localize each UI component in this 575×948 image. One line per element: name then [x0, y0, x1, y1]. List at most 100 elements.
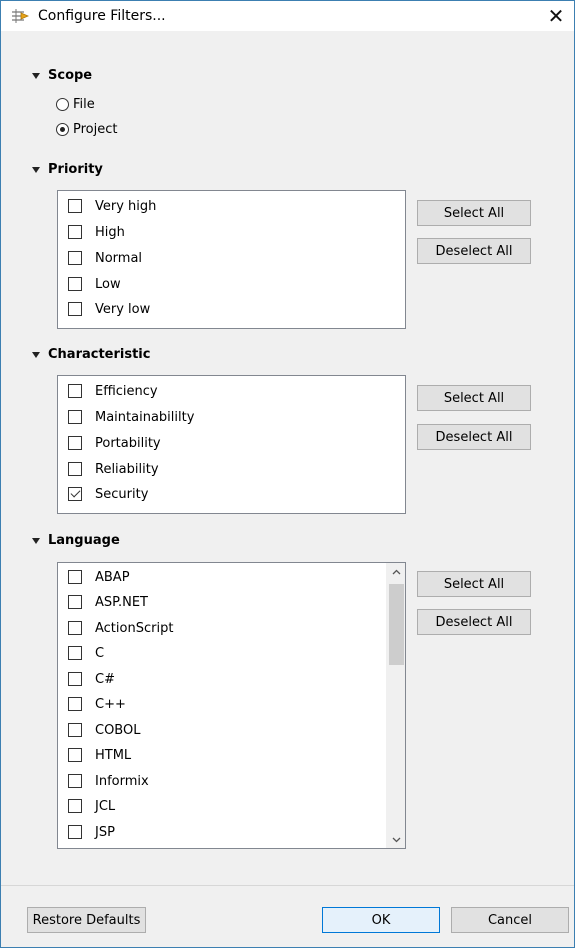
item-label: Maintainabililty	[95, 409, 195, 425]
item-label: Normal	[95, 250, 143, 266]
checkbox[interactable]	[68, 384, 82, 398]
section-title: Characteristic	[48, 347, 151, 362]
checkbox[interactable]	[68, 251, 82, 265]
list-item[interactable]: ASP.NET	[68, 592, 148, 612]
list-item[interactable]: COBOL	[68, 720, 140, 740]
checkbox[interactable]	[68, 723, 82, 737]
dialog-title: Configure Filters...	[38, 8, 166, 24]
checkbox[interactable]	[68, 570, 82, 584]
scrollbar-thumb[interactable]	[389, 584, 404, 665]
checkbox[interactable]	[68, 595, 82, 609]
checkbox[interactable]	[68, 748, 82, 762]
section-title: Priority	[48, 162, 103, 177]
list-item[interactable]: Efficiency	[68, 381, 158, 401]
section-language-header[interactable]: Language	[32, 533, 120, 548]
chevron-down-icon[interactable]	[387, 831, 405, 848]
ok-button[interactable]: OK	[322, 907, 440, 933]
checkbox[interactable]	[68, 462, 82, 476]
radio-label: Project	[73, 122, 118, 137]
language-scrollbar[interactable]	[386, 563, 405, 848]
collapse-triangle-icon	[32, 537, 40, 544]
list-item[interactable]: High	[68, 222, 125, 242]
radio-button[interactable]	[56, 98, 69, 111]
section-title: Language	[48, 533, 120, 548]
list-item[interactable]: HTML	[68, 745, 131, 765]
scope-radio-project[interactable]: Project	[56, 122, 117, 137]
list-item[interactable]: Very low	[68, 299, 150, 319]
characteristic-select-all-button[interactable]: Select All	[417, 385, 531, 411]
item-label: ASP.NET	[95, 594, 148, 610]
section-title: Scope	[48, 68, 93, 83]
cancel-button[interactable]: Cancel	[451, 907, 569, 933]
restore-defaults-button[interactable]: Restore Defaults	[27, 907, 146, 933]
close-button[interactable]: ✕	[538, 1, 574, 31]
section-characteristic-header[interactable]: Characteristic	[32, 347, 150, 362]
item-label: Very low	[95, 301, 151, 317]
priority-select-all-button[interactable]: Select All	[417, 200, 531, 226]
item-label: JSP	[95, 824, 115, 840]
characteristic-deselect-all-button[interactable]: Deselect All	[417, 424, 531, 450]
item-label: C++	[95, 696, 126, 712]
item-label: High	[95, 224, 125, 240]
item-label: Very high	[95, 198, 157, 214]
radio-button[interactable]	[56, 123, 69, 136]
list-item[interactable]: Normal	[68, 248, 142, 268]
checkbox[interactable]	[68, 436, 82, 450]
list-item[interactable]: Security	[68, 484, 148, 504]
priority-list: Very high High Normal Low Very low	[57, 190, 406, 329]
list-item[interactable]: Portability	[68, 433, 161, 453]
item-label: Reliability	[95, 461, 159, 477]
item-label: COBOL	[95, 722, 141, 738]
item-label: Security	[95, 486, 149, 502]
close-icon: ✕	[547, 4, 565, 28]
list-item[interactable]: JCL	[68, 796, 115, 816]
checkbox-checked[interactable]	[68, 487, 82, 501]
radio-label: File	[73, 97, 95, 112]
item-label: Portability	[95, 435, 161, 451]
list-item[interactable]: C++	[68, 694, 126, 714]
checkbox[interactable]	[68, 277, 82, 291]
checkbox[interactable]	[68, 799, 82, 813]
item-label: C	[95, 645, 105, 661]
item-label: Low	[95, 276, 121, 292]
list-item[interactable]: C#	[68, 669, 115, 689]
checkbox[interactable]	[68, 199, 82, 213]
collapse-triangle-icon	[32, 166, 40, 173]
checkbox[interactable]	[68, 302, 82, 316]
title-bar: Configure Filters... ✕	[1, 1, 574, 31]
checkbox[interactable]	[68, 825, 82, 839]
section-priority-header[interactable]: Priority	[32, 162, 103, 177]
list-item[interactable]: C	[68, 643, 104, 663]
checkbox[interactable]	[68, 774, 82, 788]
language-deselect-all-button[interactable]: Deselect All	[417, 609, 531, 635]
list-item[interactable]: Low	[68, 274, 121, 294]
section-scope-header[interactable]: Scope	[32, 68, 92, 83]
item-label: ABAP	[95, 569, 130, 585]
priority-deselect-all-button[interactable]: Deselect All	[417, 238, 531, 264]
checkbox[interactable]	[68, 672, 82, 686]
chevron-up-icon[interactable]	[387, 563, 405, 580]
list-item[interactable]: Maintainabililty	[68, 407, 194, 427]
filter-icon	[10, 7, 30, 25]
list-item[interactable]: Reliability	[68, 459, 159, 479]
checkbox[interactable]	[68, 225, 82, 239]
item-label: Informix	[95, 773, 149, 789]
list-item[interactable]: Informix	[68, 771, 149, 791]
checkbox[interactable]	[68, 646, 82, 660]
characteristic-list: Efficiency Maintainabililty Portability …	[57, 375, 406, 514]
item-label: JCL	[95, 798, 116, 814]
list-item[interactable]: JSP	[68, 822, 115, 842]
list-item[interactable]: ActionScript	[68, 618, 173, 638]
collapse-triangle-icon	[32, 351, 40, 358]
checkbox[interactable]	[68, 621, 82, 635]
list-item[interactable]: ABAP	[68, 567, 130, 587]
checkbox[interactable]	[68, 410, 82, 424]
configure-filters-dialog: Configure Filters... ✕ Scope File Projec…	[0, 0, 575, 948]
scope-radio-file[interactable]: File	[56, 97, 95, 112]
language-select-all-button[interactable]: Select All	[417, 571, 531, 597]
list-item[interactable]: Very high	[68, 196, 156, 216]
item-label: ActionScript	[95, 620, 174, 636]
checkbox[interactable]	[68, 697, 82, 711]
footer-separator	[1, 885, 574, 886]
collapse-triangle-icon	[32, 72, 40, 79]
